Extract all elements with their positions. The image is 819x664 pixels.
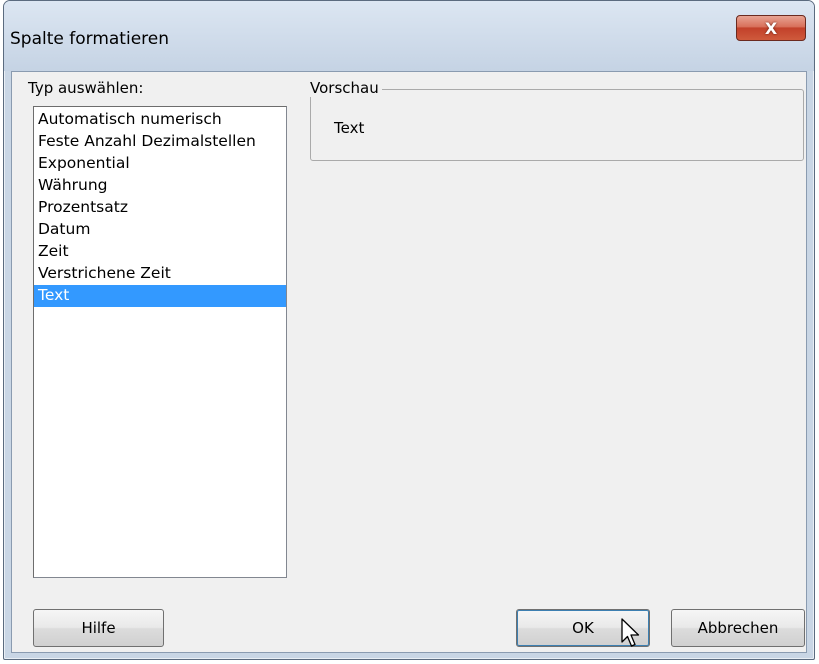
list-item[interactable]: Datum [34, 219, 286, 241]
list-item[interactable]: Exponential [34, 153, 286, 175]
window-title: Spalte formatieren [10, 29, 170, 49]
close-button[interactable]: X [736, 15, 806, 41]
preview-groupbox [310, 89, 804, 161]
list-item[interactable]: Währung [34, 175, 286, 197]
type-select-label: Typ auswählen: [28, 79, 144, 97]
type-listbox[interactable]: Automatisch numerisch Feste Anzahl Dezim… [33, 106, 287, 578]
list-item[interactable]: Zeit [34, 241, 286, 263]
close-icon: X [764, 18, 778, 38]
preview-value: Text [334, 119, 365, 137]
help-button-label: Hilfe [81, 619, 116, 637]
ok-button-label: OK [572, 619, 594, 637]
list-item[interactable]: Verstrichene Zeit [34, 263, 286, 285]
title-bar[interactable]: Spalte formatieren X [4, 1, 814, 71]
cancel-button[interactable]: Abbrechen [671, 609, 805, 647]
list-item[interactable]: Prozentsatz [34, 197, 286, 219]
list-item[interactable]: Feste Anzahl Dezimalstellen [34, 131, 286, 153]
cancel-button-label: Abbrechen [697, 619, 779, 637]
list-item[interactable]: Automatisch numerisch [34, 109, 286, 131]
list-item-selected[interactable]: Text [34, 285, 286, 307]
preview-legend: Vorschau [310, 79, 382, 97]
help-button[interactable]: Hilfe [33, 609, 164, 647]
mouse-pointer-icon [621, 618, 640, 647]
